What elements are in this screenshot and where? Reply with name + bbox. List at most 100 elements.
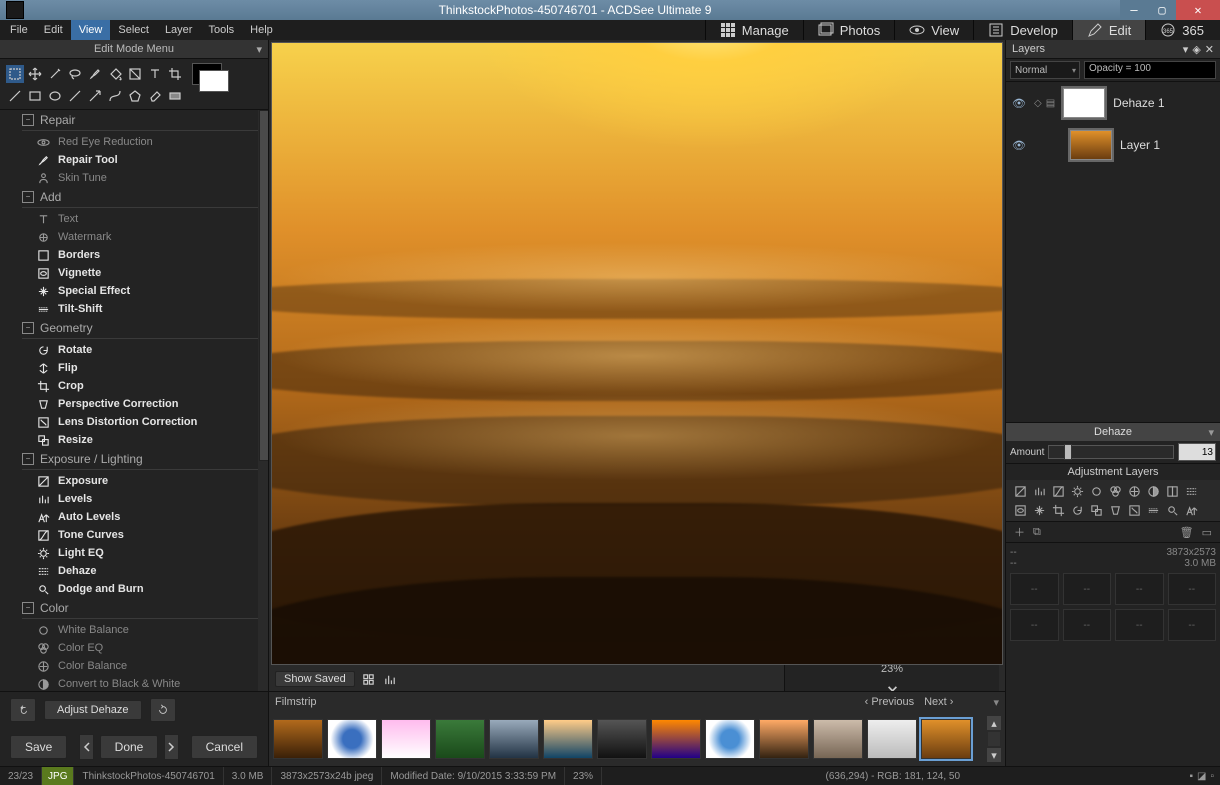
panel-pin-icon[interactable]: ◈: [1192, 43, 1200, 56]
filmstrip-thumb[interactable]: [759, 719, 809, 759]
menu-layer[interactable]: Layer: [157, 20, 201, 40]
adj-sun-icon[interactable]: [1069, 483, 1085, 499]
blend-mode-select[interactable]: Normal: [1010, 61, 1080, 79]
filmstrip-thumb[interactable]: [867, 719, 917, 759]
adj-levels-icon[interactable]: [1031, 483, 1047, 499]
edit-skin-tune[interactable]: Skin Tune: [22, 169, 258, 187]
edit-flip[interactable]: Flip: [22, 359, 258, 377]
mode-view[interactable]: View: [894, 20, 973, 40]
edit-resize[interactable]: Resize: [22, 431, 258, 449]
adj-rotate-icon[interactable]: [1069, 502, 1085, 518]
adj-cbal-icon[interactable]: [1126, 483, 1142, 499]
filmstrip-thumb[interactable]: [597, 719, 647, 759]
adj-bw-icon[interactable]: [1145, 483, 1161, 499]
edit-convert-to-black-white[interactable]: Convert to Black & White: [22, 675, 258, 691]
edit-tilt-shift[interactable]: Tilt-Shift: [22, 300, 258, 318]
filmstrip-collapse-icon[interactable]: ▾: [993, 696, 999, 709]
filmstrip-thumb[interactable]: [543, 719, 593, 759]
filmstrip-scrollbar[interactable]: ▴▾: [987, 716, 1001, 762]
adj-exposure-icon[interactable]: [1012, 483, 1028, 499]
menu-edit[interactable]: Edit: [36, 20, 71, 40]
edit-tree-scrollbar[interactable]: [258, 110, 268, 691]
done-button[interactable]: Done: [100, 735, 159, 759]
adj-lens-icon[interactable]: [1126, 502, 1142, 518]
edit-rotate[interactable]: Rotate: [22, 341, 258, 359]
brush-tool[interactable]: [86, 65, 104, 83]
edit-vignette[interactable]: Vignette: [22, 264, 258, 282]
edit-dodge-and-burn[interactable]: Dodge and Burn: [22, 580, 258, 598]
edit-levels[interactable]: Levels: [22, 490, 258, 508]
menu-select[interactable]: Select: [110, 20, 157, 40]
mode-photos[interactable]: Photos: [803, 20, 894, 40]
edit-lens-distortion-correction[interactable]: Lens Distortion Correction: [22, 413, 258, 431]
edit-auto-levels[interactable]: Auto Levels: [22, 508, 258, 526]
filmstrip-next-button[interactable]: Next ›: [924, 696, 953, 708]
filmstrip-thumb[interactable]: [651, 719, 701, 759]
cancel-button[interactable]: Cancel: [191, 735, 258, 759]
layer-row[interactable]: 👁◇▤Dehaze 1: [1006, 82, 1220, 124]
adj-split-icon[interactable]: [1164, 483, 1180, 499]
panel-menu-icon[interactable]: ▾: [1183, 43, 1189, 56]
visibility-icon[interactable]: 👁: [1012, 139, 1026, 152]
layer-row[interactable]: 👁Layer 1: [1006, 124, 1220, 166]
adj-resize-icon[interactable]: [1088, 502, 1104, 518]
category-repair[interactable]: −Repair: [22, 110, 258, 131]
visibility-icon[interactable]: 👁: [1012, 97, 1026, 110]
adj-crop-icon[interactable]: [1050, 502, 1066, 518]
image-canvas[interactable]: [269, 40, 1005, 667]
edit-crop[interactable]: Crop: [22, 377, 258, 395]
ellipse-tool[interactable]: [46, 87, 64, 105]
duplicate-layer-icon[interactable]: ⧉: [1033, 526, 1041, 539]
delete-layer-icon[interactable]: 🗑: [1180, 526, 1194, 539]
mode-develop[interactable]: Develop: [973, 20, 1072, 40]
adjust-dehaze-button[interactable]: Adjust Dehaze: [44, 700, 142, 720]
select-tool[interactable]: [6, 65, 24, 83]
move-tool[interactable]: [26, 65, 44, 83]
polygon-tool[interactable]: [126, 87, 144, 105]
adj-sparkle-icon[interactable]: [1031, 502, 1047, 518]
edit-color-balance[interactable]: Color Balance: [22, 657, 258, 675]
lasso-tool[interactable]: [66, 65, 84, 83]
text-tool[interactable]: [146, 65, 164, 83]
category-geometry[interactable]: −Geometry: [22, 318, 258, 339]
category-color[interactable]: −Color: [22, 598, 258, 619]
bucket-tool[interactable]: [106, 65, 124, 83]
adj-auto-icon[interactable]: [1183, 502, 1199, 518]
pen-tool[interactable]: [6, 87, 24, 105]
menu-tools[interactable]: Tools: [200, 20, 242, 40]
mode-365[interactable]: 365365: [1145, 20, 1218, 40]
filmstrip-thumb[interactable]: [435, 719, 485, 759]
reset-button[interactable]: [150, 698, 176, 722]
histogram-icon[interactable]: [383, 671, 399, 687]
panel-close-icon[interactable]: ✕: [1205, 43, 1214, 56]
window-maximize-button[interactable]: ▢: [1148, 0, 1176, 20]
curve-tool[interactable]: [106, 87, 124, 105]
mode-manage[interactable]: Manage: [705, 20, 803, 40]
dehaze-amount-input[interactable]: [1178, 443, 1216, 461]
gradient-tool[interactable]: [126, 65, 144, 83]
dehaze-section-header[interactable]: Dehaze ▾: [1006, 423, 1220, 441]
edit-text[interactable]: Text: [22, 210, 258, 228]
flatten-layer-icon[interactable]: ▭: [1202, 526, 1212, 539]
category-add[interactable]: −Add: [22, 187, 258, 208]
filmstrip-thumb[interactable]: [381, 719, 431, 759]
filmstrip-thumb[interactable]: [489, 719, 539, 759]
rect-tool[interactable]: [26, 87, 44, 105]
add-layer-icon[interactable]: ＋: [1014, 524, 1025, 540]
save-button[interactable]: Save: [10, 735, 67, 759]
gradient2-tool[interactable]: [166, 87, 184, 105]
adj-dodge-icon[interactable]: [1164, 502, 1180, 518]
prev-image-button[interactable]: [79, 734, 93, 760]
edit-special-effect[interactable]: Special Effect: [22, 282, 258, 300]
fit-icon[interactable]: [361, 671, 377, 687]
line-tool[interactable]: [66, 87, 84, 105]
crop-tool[interactable]: [166, 65, 184, 83]
filmstrip-prev-button[interactable]: ‹ Previous: [865, 696, 915, 708]
filmstrip-thumb[interactable]: [327, 719, 377, 759]
next-image-button[interactable]: [164, 734, 178, 760]
edit-color-eq[interactable]: Color EQ: [22, 639, 258, 657]
dehaze-amount-slider[interactable]: [1048, 445, 1174, 459]
edit-red-eye-reduction[interactable]: Red Eye Reduction: [22, 133, 258, 151]
filmstrip-thumb[interactable]: [813, 719, 863, 759]
adj-persp-icon[interactable]: [1107, 502, 1123, 518]
